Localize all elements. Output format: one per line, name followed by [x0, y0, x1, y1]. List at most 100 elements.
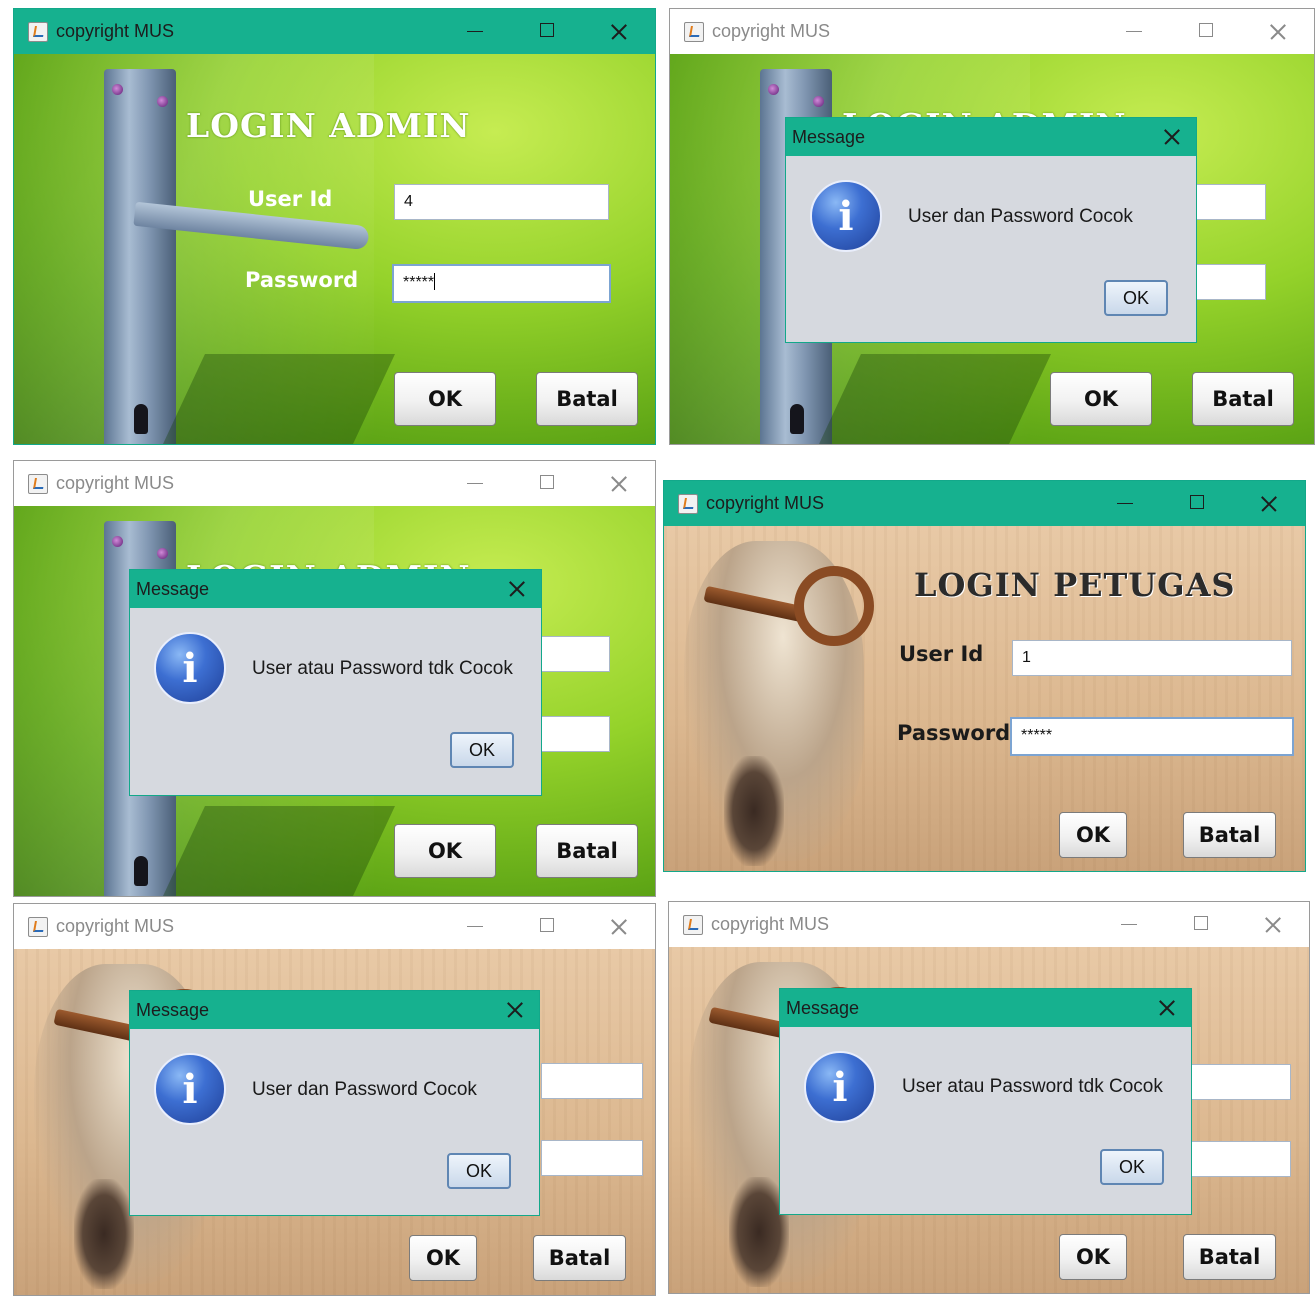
window-titlebar[interactable]: copyright MUS: [670, 9, 1314, 54]
close-icon[interactable]: [491, 991, 539, 1029]
maximize-icon[interactable]: [1165, 902, 1237, 947]
close-icon[interactable]: [493, 570, 541, 608]
password-input[interactable]: [1190, 264, 1266, 300]
keyhole-icon: [790, 404, 804, 434]
ok-button[interactable]: OK: [1059, 1234, 1127, 1280]
ok-button[interactable]: OK: [394, 372, 496, 426]
minimize-icon[interactable]: [1093, 902, 1165, 947]
batal-button[interactable]: Batal: [1192, 372, 1294, 426]
user-id-input[interactable]: [534, 636, 610, 672]
message-dialog: Message i User dan Password Cocok OK: [785, 117, 1197, 343]
window-title: copyright MUS: [56, 473, 175, 493]
dialog-ok-button[interactable]: OK: [1100, 1149, 1164, 1185]
screw-icon: [157, 548, 168, 559]
ok-button[interactable]: OK: [409, 1235, 477, 1281]
close-icon[interactable]: [583, 904, 655, 949]
minimize-icon[interactable]: [1098, 9, 1170, 54]
maximize-icon[interactable]: [1170, 9, 1242, 54]
window-titlebar[interactable]: copyright MUS: [669, 902, 1309, 947]
window-title: copyright MUS: [706, 493, 825, 513]
screw-icon: [112, 84, 123, 95]
dialog-titlebar[interactable]: Message: [130, 570, 541, 608]
close-icon[interactable]: [1233, 481, 1305, 526]
maximize-icon[interactable]: [511, 904, 583, 949]
ok-button[interactable]: OK: [394, 824, 496, 878]
dialog-titlebar[interactable]: Message: [786, 118, 1196, 156]
dialog-message: User dan Password Cocok: [252, 1079, 477, 1100]
dialog-ok-button[interactable]: OK: [447, 1153, 511, 1189]
maximize-icon[interactable]: [511, 9, 583, 54]
dialog-titlebar[interactable]: Message: [130, 991, 539, 1029]
java-icon: [684, 21, 704, 42]
close-icon[interactable]: [1143, 989, 1191, 1027]
page-title: LOGIN ADMIN: [186, 106, 471, 145]
close-icon[interactable]: [1242, 9, 1314, 54]
password-input[interactable]: *****: [392, 264, 611, 303]
ok-button[interactable]: OK: [1050, 372, 1152, 426]
password-input[interactable]: *****: [1010, 717, 1294, 756]
door-handle-background: LOGIN ADMIN User Id 4 Password ***** OK …: [14, 54, 655, 444]
close-icon[interactable]: [1148, 118, 1196, 156]
window-title: copyright MUS: [711, 914, 830, 934]
java-icon: [683, 914, 703, 935]
user-id-input[interactable]: [541, 1063, 643, 1099]
user-id-input[interactable]: 1: [1012, 640, 1292, 676]
close-icon[interactable]: [583, 9, 655, 54]
dialog-message: User atau Password tdk Cocok: [902, 1076, 1163, 1097]
ok-button[interactable]: OK: [1059, 812, 1127, 858]
info-icon: i: [154, 1053, 226, 1125]
screw-icon: [768, 84, 779, 95]
close-icon[interactable]: [1237, 902, 1309, 947]
info-icon: i: [810, 180, 882, 252]
batal-button[interactable]: Batal: [536, 824, 638, 878]
user-id-label: User Id: [899, 642, 984, 666]
petugas-login-window: copyright MUS OK Batal Message i User da…: [13, 903, 656, 1296]
admin-login-window: copyright MUS LOGIN ADMIN User Id 4 Pass…: [13, 8, 656, 445]
minimize-icon[interactable]: [439, 461, 511, 506]
message-dialog: Message i User atau Password tdk Cocok O…: [779, 988, 1192, 1215]
dialog-title: Message: [136, 999, 210, 1020]
close-icon[interactable]: [583, 461, 655, 506]
java-icon: [678, 493, 698, 514]
password-input[interactable]: [541, 1140, 643, 1176]
window-title: copyright MUS: [56, 21, 175, 41]
user-id-input[interactable]: [1190, 184, 1266, 220]
dialog-ok-button[interactable]: OK: [450, 732, 514, 768]
window-titlebar[interactable]: copyright MUS: [14, 9, 655, 54]
minimize-icon[interactable]: [439, 9, 511, 54]
batal-button[interactable]: Batal: [536, 372, 638, 426]
screw-icon: [157, 96, 168, 107]
dialog-ok-button[interactable]: OK: [1104, 280, 1168, 316]
password-label: Password: [897, 721, 1011, 745]
info-icon: i: [804, 1051, 876, 1123]
screw-icon: [813, 96, 824, 107]
minimize-icon[interactable]: [1089, 481, 1161, 526]
java-icon: [28, 473, 48, 494]
batal-button[interactable]: Batal: [533, 1235, 626, 1281]
petugas-login-window: copyright MUS OK Batal Message i User at…: [668, 901, 1310, 1294]
dialog-title: Message: [136, 578, 210, 599]
dialog-title: Message: [786, 997, 860, 1018]
info-icon: i: [154, 632, 226, 704]
maximize-icon[interactable]: [1161, 481, 1233, 526]
message-dialog: Message i User atau Password tdk Cocok O…: [129, 569, 542, 796]
window-titlebar[interactable]: copyright MUS: [14, 904, 655, 949]
page-title: LOGIN PETUGAS: [914, 566, 1236, 604]
password-input[interactable]: [534, 716, 610, 752]
window-titlebar[interactable]: copyright MUS: [664, 481, 1305, 526]
dialog-titlebar[interactable]: Message: [780, 989, 1191, 1027]
admin-login-window: copyright MUS LOGIN ADMIN OK Batal Messa…: [13, 460, 656, 897]
door-plate: [104, 69, 176, 444]
dialog-message: User dan Password Cocok: [908, 206, 1133, 227]
window-titlebar[interactable]: copyright MUS: [14, 461, 655, 506]
text-caret: [434, 273, 436, 290]
batal-button[interactable]: Batal: [1183, 1234, 1276, 1280]
key-icon: [794, 566, 874, 646]
minimize-icon[interactable]: [439, 904, 511, 949]
maximize-icon[interactable]: [511, 461, 583, 506]
user-id-input[interactable]: 4: [394, 184, 609, 220]
user-id-input[interactable]: [1191, 1064, 1291, 1100]
password-input[interactable]: [1191, 1141, 1291, 1177]
dialog-message: User atau Password tdk Cocok: [252, 658, 513, 679]
batal-button[interactable]: Batal: [1183, 812, 1276, 858]
